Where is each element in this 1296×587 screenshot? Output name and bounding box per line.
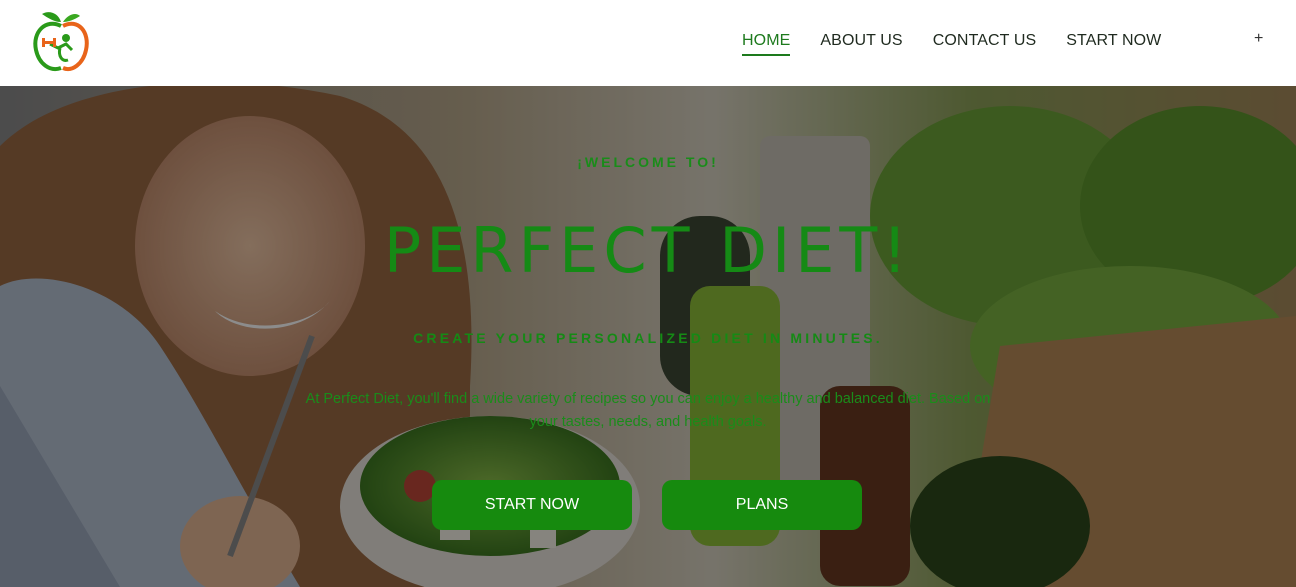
nav-contact-us[interactable]: CONTACT US xyxy=(933,32,1037,56)
nav-about-us[interactable]: ABOUT US xyxy=(820,32,902,56)
hero-title: PERFECT DIET! xyxy=(383,214,913,287)
nav-start-now[interactable]: START NOW xyxy=(1066,32,1161,56)
hero-section: ¡WELCOME TO! PERFECT DIET! CREATE YOUR P… xyxy=(0,86,1296,587)
plans-button[interactable]: PLANS xyxy=(662,480,862,530)
hero-subtitle: CREATE YOUR PERSONALIZED DIET IN MINUTES… xyxy=(413,330,883,346)
nav-home[interactable]: HOME xyxy=(742,32,791,56)
main-nav: HOME ABOUT US CONTACT US START NOW xyxy=(742,32,1161,56)
plus-icon[interactable]: + xyxy=(1254,30,1263,48)
site-header: HOME ABOUT US CONTACT US START NOW + xyxy=(0,0,1296,86)
start-now-button[interactable]: START NOW xyxy=(432,480,632,530)
hero-description: At Perfect Diet, you'll find a wide vari… xyxy=(305,391,991,430)
apple-logo-icon[interactable] xyxy=(28,8,94,76)
welcome-text: ¡WELCOME TO! xyxy=(577,154,719,170)
